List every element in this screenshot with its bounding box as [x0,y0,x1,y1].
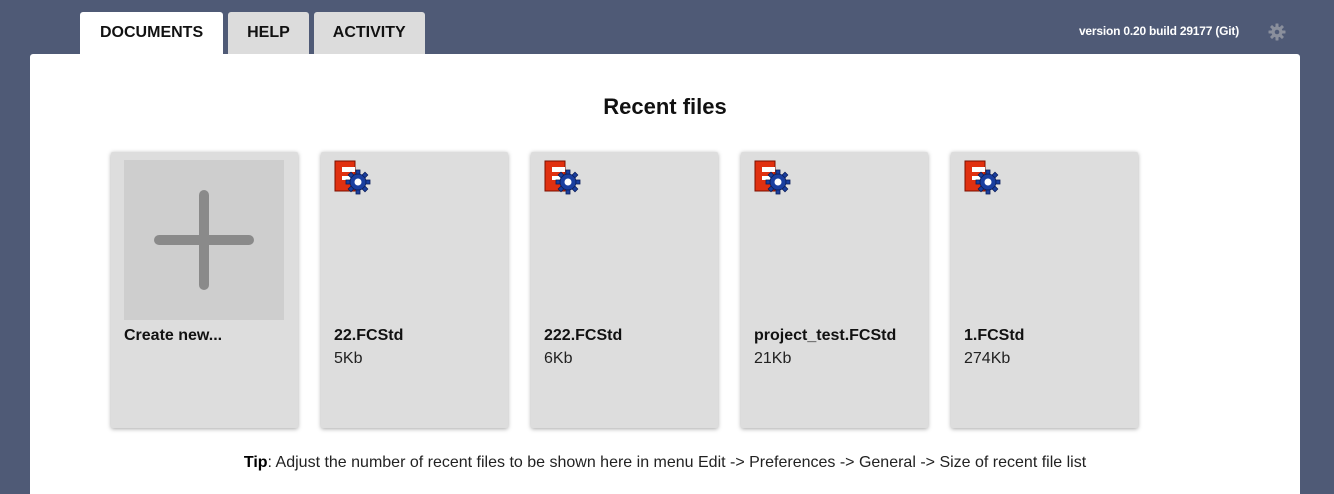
recent-file-card[interactable]: 1.FCStd 274Kb [951,152,1138,428]
file-name: 222.FCStd [544,327,623,344]
create-new-card[interactable]: Create new... [111,152,298,428]
plus-icon [154,190,254,290]
tab-bar: DOCUMENTS HELP ACTIVITY [80,12,425,54]
recent-file-card[interactable]: project_test.FCStd 21Kb [741,152,928,428]
create-new-thumbnail [124,160,284,320]
version-label: version 0.20 build 29177 (Git) [1078,24,1239,38]
recent-file-card[interactable]: 22.FCStd 5Kb [321,152,508,428]
tab-documents[interactable]: DOCUMENTS [80,12,224,54]
freecad-file-icon [334,160,371,195]
tab-help[interactable]: HELP [228,12,309,54]
tab-activity[interactable]: ACTIVITY [313,12,425,54]
recent-file-card[interactable]: 222.FCStd 6Kb [531,152,718,428]
documents-panel: Recent files Create new... 22.FCStd 5Kb … [30,54,1300,494]
freecad-file-icon [544,160,581,195]
gear-icon[interactable] [1267,22,1287,42]
freecad-file-icon [754,160,791,195]
page-title: Recent files [603,94,727,119]
create-new-label: Create new... [124,327,223,344]
tip-text: Tip: Adjust the number of recent files t… [30,454,1300,472]
file-name: 1.FCStd [964,327,1025,344]
tip-body: : Adjust the number of recent files to b… [267,454,1087,471]
file-name: project_test.FCStd [754,327,897,344]
tip-label: Tip [243,454,268,471]
file-size: 274Kb [964,350,1011,367]
file-name: 22.FCStd [334,327,404,344]
freecad-file-icon [964,160,1001,195]
file-size: 21Kb [754,350,792,367]
file-size: 6Kb [544,350,573,367]
top-bar: DOCUMENTS HELP ACTIVITY version 0.20 bui… [0,0,1334,54]
file-size: 5Kb [334,350,363,367]
